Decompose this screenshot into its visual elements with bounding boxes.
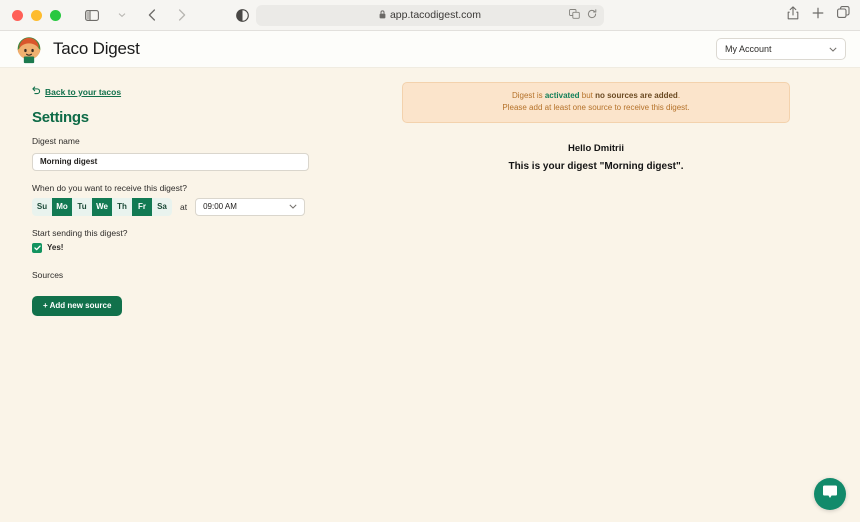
browser-toolbar: app.tacodigest.com — [0, 0, 860, 31]
banner-text-1: Digest is — [511, 91, 545, 100]
close-window-button[interactable] — [12, 9, 23, 21]
schedule-row: Su Mo Tu We Th Fr Sa at 09:00 AM — [32, 197, 400, 216]
day-button-we[interactable]: We — [92, 197, 112, 216]
day-selector[interactable]: Su Mo Tu We Th Fr Sa — [32, 197, 172, 216]
undo-arrow-icon — [32, 86, 41, 97]
status-banner-line-1: Digest is activated but no sources are a… — [413, 90, 779, 102]
digest-preview-panel: Digest is activated but no sources are a… — [400, 82, 860, 522]
brand-name: Taco Digest — [53, 39, 140, 58]
day-button-su[interactable]: Su — [32, 197, 52, 216]
chevron-down-icon — [829, 45, 837, 54]
translate-icon[interactable] — [569, 8, 580, 22]
tab-overview-icon[interactable] — [837, 6, 850, 24]
browser-actions — [787, 0, 850, 30]
banner-emphasis-activated: activated — [544, 91, 580, 100]
reload-icon[interactable] — [587, 8, 597, 22]
preview-digest-line: This is your digest "Morning digest". — [508, 160, 684, 172]
day-button-sa[interactable]: Sa — [152, 197, 172, 216]
banner-text-3: . — [677, 91, 681, 100]
share-icon[interactable] — [787, 5, 799, 25]
page-body: Back to your tacos Settings Digest name … — [0, 68, 860, 522]
schedule-label: When do you want to receive this digest? — [32, 182, 187, 193]
lock-icon — [379, 9, 386, 21]
address-bar-container: app.tacodigest.com — [256, 4, 604, 26]
preview-greeting: Hello Dmitrii — [568, 142, 624, 154]
banner-text-2: but — [579, 91, 596, 100]
day-button-tu[interactable]: Tu — [72, 197, 92, 216]
sidebar-toggle-icon[interactable] — [79, 4, 105, 26]
day-button-mo[interactable]: Mo — [52, 197, 72, 216]
back-to-tacos-label: Back to your tacos — [45, 86, 122, 97]
add-new-source-button[interactable]: + Add new source — [32, 295, 123, 316]
status-banner-line-2: Please add at least one source to receiv… — [502, 103, 690, 113]
digest-name-input[interactable] — [32, 152, 309, 171]
banner-emphasis-no-sources: no sources are added — [595, 91, 678, 100]
page-title: Settings — [32, 109, 89, 126]
back-to-tacos-link[interactable]: Back to your tacos — [32, 86, 121, 97]
back-arrow-icon[interactable] — [139, 4, 165, 26]
chat-bubble-icon — [822, 484, 838, 504]
chevron-down-icon — [289, 202, 297, 211]
forward-arrow-icon[interactable] — [169, 4, 195, 26]
reader-contrast-icon[interactable] — [236, 8, 249, 22]
chat-widget-button[interactable] — [814, 478, 846, 510]
time-dropdown[interactable]: 09:00 AM — [195, 197, 306, 216]
account-dropdown-label: My Account — [725, 44, 772, 54]
settings-panel: Back to your tacos Settings Digest name … — [0, 82, 400, 522]
start-sending-value-label: Yes! — [47, 243, 64, 252]
digest-preview: Hello Dmitrii This is your digest "Morni… — [402, 143, 790, 172]
sources-label: Sources — [32, 269, 64, 280]
time-dropdown-value: 09:00 AM — [203, 202, 237, 211]
address-bar[interactable]: app.tacodigest.com — [256, 4, 604, 26]
app-header: Taco Digest My Account — [0, 31, 860, 68]
status-banner: Digest is activated but no sources are a… — [402, 82, 790, 123]
brand[interactable]: Taco Digest — [14, 34, 140, 64]
start-sending-label: Start sending this digest? — [32, 227, 128, 238]
start-sending-checkbox[interactable] — [32, 242, 42, 253]
day-button-fr[interactable]: Fr — [132, 197, 152, 216]
maximize-window-button[interactable] — [50, 9, 61, 21]
plus-icon[interactable] — [812, 6, 824, 24]
day-button-th[interactable]: Th — [112, 197, 132, 216]
account-dropdown[interactable]: My Account — [716, 38, 846, 60]
navigation-controls — [79, 4, 195, 26]
address-bar-actions — [569, 5, 597, 26]
window-controls[interactable] — [12, 9, 61, 21]
sidebar-chevron-down-icon[interactable] — [109, 4, 135, 26]
start-sending-row[interactable]: Yes! — [32, 242, 400, 253]
address-bar-url: app.tacodigest.com — [389, 9, 482, 21]
taco-logo-icon — [14, 34, 44, 64]
minimize-window-button[interactable] — [31, 9, 42, 21]
digest-name-label: Digest name — [32, 136, 80, 146]
at-label: at — [180, 201, 188, 212]
